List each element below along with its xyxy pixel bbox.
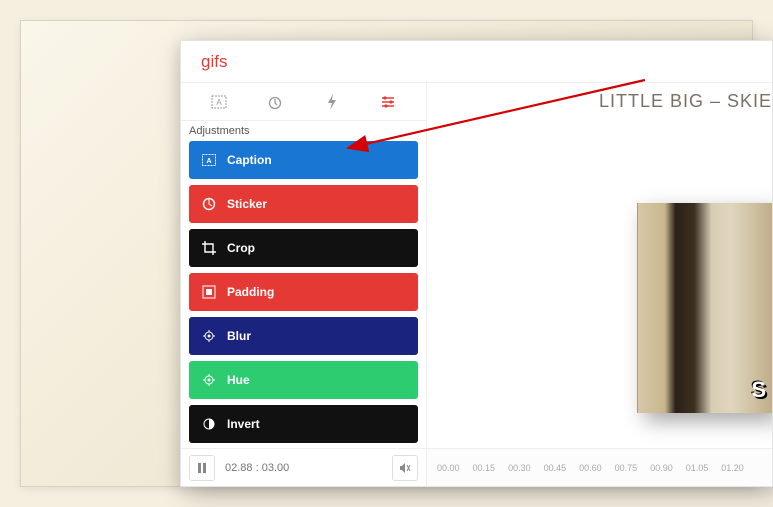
invert-icon: [201, 416, 217, 432]
left-panel: A Adjustments A Caption Sticker Crop Padding…: [181, 83, 427, 486]
preview-panel: LITTLE BIG – SKIE S 00.00 00.15 00.30 00.45…: [427, 83, 772, 486]
timeline-tick: 00.75: [615, 463, 638, 473]
adjustments-list[interactable]: A Caption Sticker Crop Padding Blur Hue Invert: [181, 141, 426, 448]
hue-icon: [201, 372, 217, 388]
adjustment-label: Caption: [227, 153, 272, 167]
svg-text:A: A: [206, 158, 211, 165]
adjustment-invert[interactable]: Invert: [189, 405, 418, 443]
tab-adjustments-icon[interactable]: [371, 85, 405, 119]
adjustment-label: Padding: [227, 285, 274, 299]
app-header: gifs: [181, 41, 772, 83]
playback-time: 02.88 : 03.00: [225, 462, 289, 474]
app-body: A Adjustments A Caption Sticker Crop Padding…: [181, 83, 772, 486]
tab-caption-icon[interactable]: A: [202, 85, 236, 119]
timeline[interactable]: 00.00 00.15 00.30 00.45 00.60 00.75 00.90 01.05…: [427, 448, 772, 486]
timeline-tick: 00.00: [437, 463, 460, 473]
crop-icon: [201, 240, 217, 256]
adjustment-label: Sticker: [227, 197, 267, 211]
adjustment-caption[interactable]: A Caption: [189, 141, 418, 179]
tool-tabs: A: [181, 83, 426, 121]
timeline-tick: 01.20: [721, 463, 744, 473]
timeline-tick: 00.90: [650, 463, 673, 473]
tab-flash-icon[interactable]: [315, 85, 349, 119]
timeline-tick: 00.15: [473, 463, 496, 473]
adjustment-padding[interactable]: Padding: [189, 273, 418, 311]
adjustment-label: Hue: [227, 373, 250, 387]
timeline-tick: 00.60: [579, 463, 602, 473]
padding-icon: [201, 284, 217, 300]
playback-controls: 02.88 : 03.00: [181, 448, 426, 486]
preview-frame: S: [637, 203, 772, 413]
svg-text:A: A: [216, 98, 222, 107]
app-title: gifs: [201, 52, 227, 72]
adjustment-sticker[interactable]: Sticker: [189, 185, 418, 223]
adjustment-label: Crop: [227, 241, 255, 255]
caption-icon: A: [201, 152, 217, 168]
adjustment-crop[interactable]: Crop: [189, 229, 418, 267]
adjustment-label: Invert: [227, 417, 260, 431]
pause-button[interactable]: [189, 455, 215, 481]
preview-caption-fragment: S: [751, 377, 766, 403]
app-window: gifs A Adjustments A Caption Sticker Crop Pa…: [180, 40, 773, 487]
blur-icon: [201, 328, 217, 344]
sticker-icon: [201, 196, 217, 212]
adjustment-blur[interactable]: Blur: [189, 317, 418, 355]
adjustment-hue[interactable]: Hue: [189, 361, 418, 399]
timeline-tick: 00.45: [544, 463, 567, 473]
adjustment-label: Blur: [227, 329, 251, 343]
panel-section-label: Adjustments: [181, 121, 426, 141]
mute-button[interactable]: [392, 455, 418, 481]
tab-timer-icon[interactable]: [258, 85, 292, 119]
timeline-tick: 00.30: [508, 463, 531, 473]
timeline-tick: 01.05: [686, 463, 709, 473]
preview-title: LITTLE BIG – SKIE: [599, 91, 772, 112]
